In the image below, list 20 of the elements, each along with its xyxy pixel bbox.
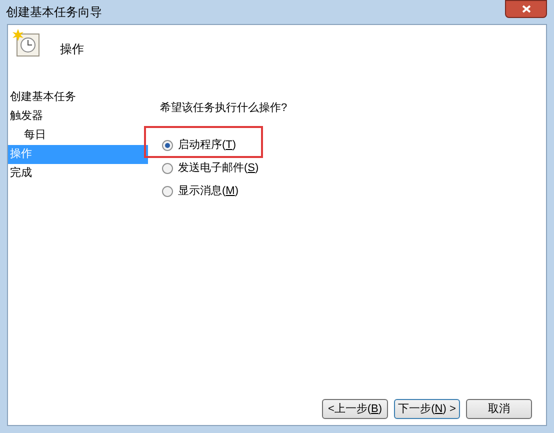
radio-button[interactable] bbox=[162, 162, 173, 174]
wizard-step: 操作 bbox=[8, 145, 148, 164]
radio-button[interactable] bbox=[162, 140, 173, 150]
question-text: 希望该任务执行什么操作? bbox=[160, 100, 288, 116]
dialog-button[interactable]: 下一步(N) > bbox=[394, 399, 460, 419]
wizard-step: 完成 bbox=[8, 164, 148, 183]
close-button[interactable] bbox=[505, 0, 547, 18]
wizard-step: 触发器 bbox=[8, 107, 148, 126]
window-title: 创建基本任务向导 bbox=[6, 4, 102, 21]
radio-label[interactable]: 发送电子邮件(S) bbox=[178, 160, 259, 176]
wizard-step: 创建基本任务 bbox=[8, 88, 148, 107]
wizard-step: 每日 bbox=[8, 126, 148, 145]
dialog-button[interactable]: <上一步(B) bbox=[322, 399, 388, 419]
radio-button[interactable] bbox=[162, 186, 173, 196]
dialog-button[interactable]: 取消 bbox=[466, 399, 532, 419]
close-icon bbox=[522, 5, 530, 13]
radio-label[interactable]: 显示消息(M) bbox=[178, 182, 239, 200]
radio-label[interactable]: 启动程序(T) bbox=[178, 136, 236, 154]
scheduled-task-icon bbox=[12, 29, 42, 59]
page-heading: 操作 bbox=[60, 41, 84, 58]
